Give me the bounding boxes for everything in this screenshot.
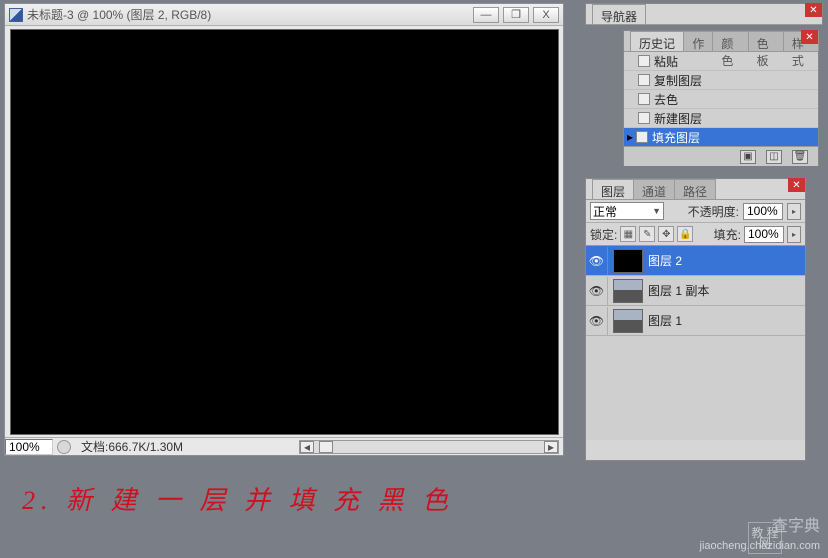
lock-move-icon[interactable]: ✥ xyxy=(658,226,674,242)
layer-row-selected[interactable]: 👁 图层 2 xyxy=(586,246,805,276)
lock-label: 锁定: xyxy=(590,226,617,243)
layer-options-row1: 正常 ▼ 不透明度: 100% ▸ xyxy=(586,200,805,223)
trash-icon[interactable]: 🗑 xyxy=(792,150,808,164)
history-item[interactable]: 新建图层 xyxy=(624,109,818,128)
zoom-input[interactable]: 100% xyxy=(5,439,53,455)
tab-layers[interactable]: 图层 xyxy=(592,179,634,199)
tab-paths[interactable]: 路径 xyxy=(674,179,716,199)
new-state-icon[interactable]: ◫ xyxy=(766,150,782,164)
canvas[interactable] xyxy=(10,29,559,435)
maximize-button[interactable]: ❐ xyxy=(503,7,529,23)
document-title: 未标题-3 @ 100% (图层 2, RGB/8) xyxy=(27,6,473,23)
horizontal-scrollbar[interactable]: ◂ ▸ xyxy=(299,440,559,454)
lock-all-icon[interactable]: 🔒 xyxy=(677,226,693,242)
layers-panel: ✕ 图层 通道 路径 正常 ▼ 不透明度: 100% ▸ 锁定: ▦ ✎ ✥ 🔒… xyxy=(585,178,806,461)
history-tabs: 历史记录 作 颜色 色板 样式 xyxy=(624,31,818,52)
tab-navigator[interactable]: 导航器 xyxy=(592,4,646,24)
navigator-tabs: 导航器 xyxy=(586,4,822,25)
history-step-icon xyxy=(638,93,650,105)
tab-channels[interactable]: 通道 xyxy=(633,179,675,199)
history-pointer-icon: ▸ xyxy=(626,130,634,144)
document-titlebar[interactable]: 未标题-3 @ 100% (图层 2, RGB/8) — ❐ X xyxy=(5,4,563,26)
lock-transparency-icon[interactable]: ▦ xyxy=(620,226,636,242)
layer-row[interactable]: 👁 图层 1 xyxy=(586,306,805,336)
layer-name: 图层 1 xyxy=(648,312,682,329)
close-icon[interactable]: ✕ xyxy=(788,178,805,192)
layer-row[interactable]: 👁 图层 1 副本 xyxy=(586,276,805,306)
lock-brush-icon[interactable]: ✎ xyxy=(639,226,655,242)
close-icon[interactable]: ✕ xyxy=(801,30,818,44)
visibility-icon[interactable]: 👁 xyxy=(586,277,608,305)
history-item[interactable]: 去色 xyxy=(624,90,818,109)
layers-list: 👁 图层 2 👁 图层 1 副本 👁 图层 1 xyxy=(586,246,805,440)
fill-label: 填充: xyxy=(714,226,741,243)
close-icon[interactable]: ✕ xyxy=(805,3,822,17)
history-footer: ▣ ◫ 🗑 xyxy=(624,146,818,166)
document-window: 未标题-3 @ 100% (图层 2, RGB/8) — ❐ X 100% 文档… xyxy=(4,3,564,456)
close-button[interactable]: X xyxy=(533,7,559,23)
scroll-right-icon[interactable]: ▸ xyxy=(544,441,558,453)
document-icon xyxy=(9,8,23,22)
layer-name: 图层 2 xyxy=(648,252,682,269)
history-step-icon xyxy=(638,74,650,86)
scroll-left-icon[interactable]: ◂ xyxy=(300,441,314,453)
history-item[interactable]: 复制图层 xyxy=(624,71,818,90)
visibility-icon[interactable]: 👁 xyxy=(586,307,608,335)
history-step-icon xyxy=(638,112,650,124)
visibility-icon[interactable]: 👁 xyxy=(586,247,608,275)
layer-thumbnail[interactable] xyxy=(613,279,643,303)
history-step-icon xyxy=(636,131,648,143)
tutorial-caption: 2. 新 建 一 层 并 填 充 黑 色 xyxy=(22,480,454,517)
opacity-input[interactable]: 100% xyxy=(743,203,783,220)
blend-mode-value: 正常 xyxy=(593,203,617,220)
tab-color[interactable]: 颜色 xyxy=(712,31,748,51)
watermark-text: 查字典 xyxy=(772,512,820,536)
document-info: 文档:666.7K/1.30M xyxy=(75,438,299,455)
history-panel: ✕ 历史记录 作 颜色 色板 样式 粘贴 复制图层 去色 新建图层 ▸填充图层 … xyxy=(623,30,819,166)
history-step-icon xyxy=(638,55,650,67)
fill-input[interactable]: 100% xyxy=(744,226,784,243)
minimize-button[interactable]: — xyxy=(473,7,499,23)
layers-tabs: 图层 通道 路径 xyxy=(586,179,805,200)
navigator-panel: 导航器 ✕ xyxy=(585,3,823,25)
tab-swatch[interactable]: 色板 xyxy=(748,31,784,51)
status-bar: 100% 文档:666.7K/1.30M ◂ ▸ xyxy=(5,437,563,455)
tab-actions[interactable]: 作 xyxy=(683,31,713,51)
watermark-url: jiaocheng.chazidian.com xyxy=(700,540,820,552)
tab-history[interactable]: 历史记录 xyxy=(630,31,684,51)
status-icon[interactable] xyxy=(57,440,71,454)
snapshot-icon[interactable]: ▣ xyxy=(740,150,756,164)
window-buttons: — ❐ X xyxy=(473,7,559,23)
blend-mode-select[interactable]: 正常 ▼ xyxy=(590,202,664,220)
history-item-selected[interactable]: ▸填充图层 xyxy=(624,128,818,146)
layer-thumbnail[interactable] xyxy=(613,309,643,333)
layer-options-row2: 锁定: ▦ ✎ ✥ 🔒 填充: 100% ▸ xyxy=(586,223,805,246)
opacity-arrow-icon[interactable]: ▸ xyxy=(787,203,801,220)
chevron-down-icon: ▼ xyxy=(652,206,661,216)
scroll-thumb[interactable] xyxy=(319,441,333,453)
layer-name: 图层 1 副本 xyxy=(648,282,709,299)
fill-arrow-icon[interactable]: ▸ xyxy=(787,226,801,243)
layer-thumbnail[interactable] xyxy=(613,249,643,273)
opacity-label: 不透明度: xyxy=(688,203,739,220)
